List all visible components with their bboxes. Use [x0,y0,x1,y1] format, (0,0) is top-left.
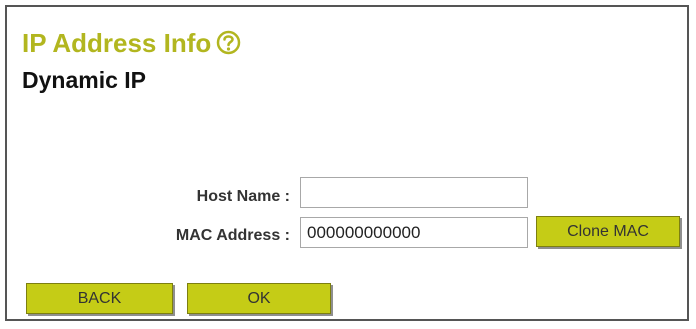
ip-address-info-panel: IP Address Info Dynamic IP Host Name : M… [5,5,689,321]
ok-button[interactable]: OK [187,283,331,314]
back-button[interactable]: BACK [26,283,173,314]
host-name-input[interactable] [300,177,528,208]
mac-address-label: MAC Address : [175,227,290,244]
connection-type-heading: Dynamic IP [22,67,146,93]
mac-address-input[interactable] [300,217,528,248]
title-row: IP Address Info [22,29,242,56]
host-name-label: Host Name : [196,188,290,205]
page-title: IP Address Info [22,27,212,58]
help-icon[interactable] [215,29,242,56]
clone-mac-button[interactable]: Clone MAC [536,216,680,247]
